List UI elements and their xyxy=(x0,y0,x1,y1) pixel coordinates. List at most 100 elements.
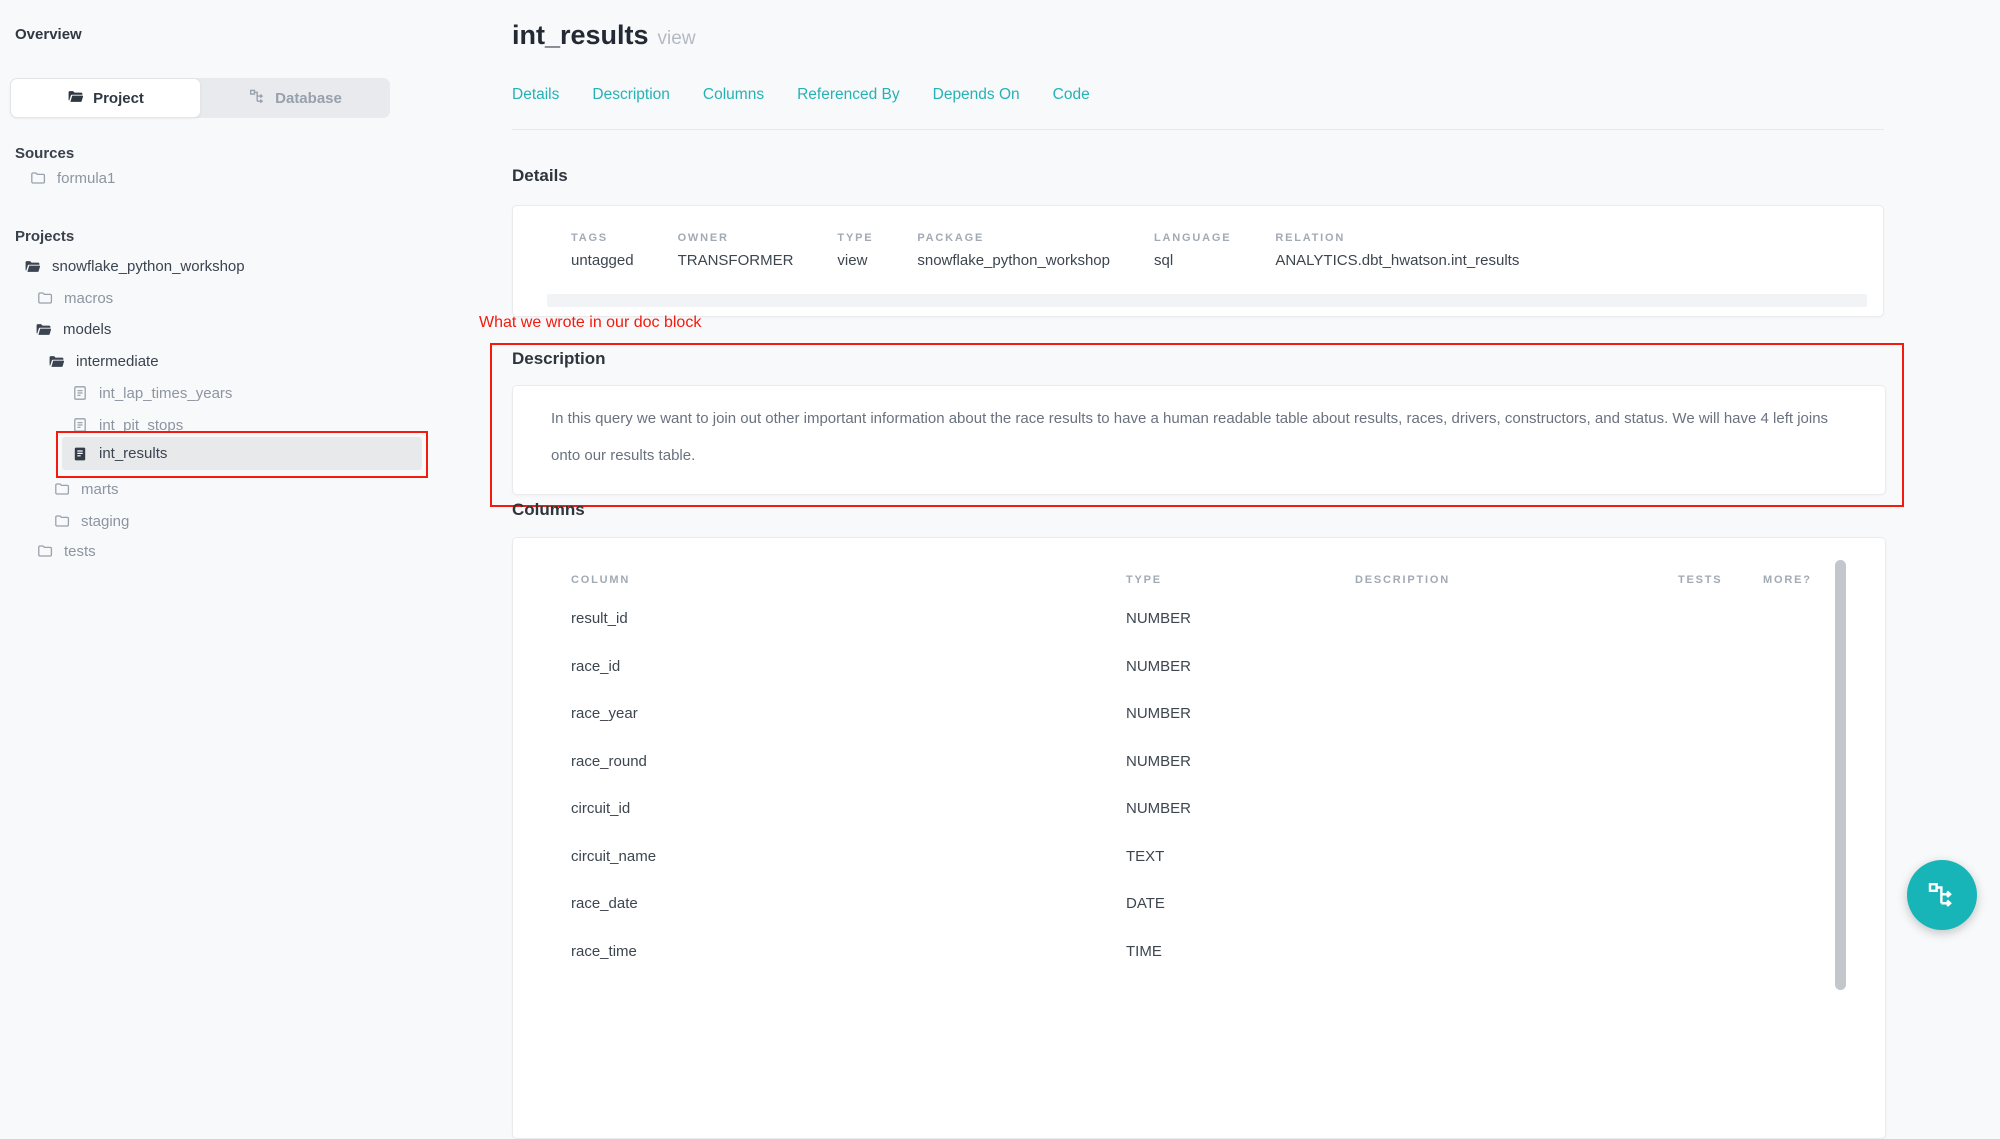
sidebar-item-marts[interactable]: marts xyxy=(54,478,119,500)
columns-table-scrollbar[interactable] xyxy=(1835,560,1846,990)
sidebar: Overview Project Database Sources formul… xyxy=(0,0,440,959)
toggle-database-label: Database xyxy=(275,90,342,107)
tab-referenced-by[interactable]: Referenced By xyxy=(797,86,900,104)
sidebar-item-label: int_pit_stops xyxy=(99,417,183,434)
column-type-cell: NUMBER xyxy=(1126,658,1355,675)
column-type-cell: NUMBER xyxy=(1126,705,1355,722)
tab-columns[interactable]: Columns xyxy=(703,86,764,104)
table-row-race-year[interactable]: race_year NUMBER xyxy=(513,690,1885,738)
sidebar-item-int-lap-times-years[interactable]: int_lap_times_years xyxy=(72,382,232,404)
sidebar-item-label: tests xyxy=(64,543,96,560)
document-filled-icon xyxy=(72,446,88,462)
details-card: TAGS untagged OWNER TRANSFORMER TYPE vie… xyxy=(512,205,1884,317)
sidebar-item-label: macros xyxy=(64,290,113,307)
column-header-column: COLUMN xyxy=(571,574,1126,586)
toggle-database-button[interactable]: Database xyxy=(201,78,390,118)
toggle-project-label: Project xyxy=(93,90,144,107)
sidebar-item-label: formula1 xyxy=(57,170,115,187)
sidebar-item-int-pit-stops[interactable]: int_pit_stops xyxy=(72,414,183,436)
detail-field-language: LANGUAGE sql xyxy=(1154,232,1231,269)
tab-details[interactable]: Details xyxy=(512,86,559,104)
columns-table-header: COLUMN TYPE DESCRIPTION TESTS MORE? xyxy=(513,538,1885,586)
columns-card: COLUMN TYPE DESCRIPTION TESTS MORE? resu… xyxy=(512,537,1886,1139)
column-name-cell: circuit_name xyxy=(571,848,1126,865)
tab-depends-on[interactable]: Depends On xyxy=(933,86,1020,104)
detail-field-owner: OWNER TRANSFORMER xyxy=(678,232,794,269)
table-row-result-id[interactable]: result_id NUMBER xyxy=(513,595,1885,643)
column-type-cell: NUMBER xyxy=(1126,610,1355,627)
column-name-cell: result_id xyxy=(571,610,1126,627)
folder-open-icon xyxy=(24,258,41,275)
detail-field-label: OWNER xyxy=(678,232,794,244)
folder-icon xyxy=(37,543,53,559)
sidebar-item-macros[interactable]: macros xyxy=(37,287,113,309)
sidebar-item-intermediate[interactable]: intermediate xyxy=(48,350,159,372)
sources-section-label: Sources xyxy=(15,145,74,162)
toggle-project-button[interactable]: Project xyxy=(10,78,201,118)
table-row-race-time[interactable]: race_time TIME xyxy=(513,928,1885,976)
folder-icon xyxy=(30,170,46,186)
table-row-race-id[interactable]: race_id NUMBER xyxy=(513,643,1885,691)
column-type-cell: TIME xyxy=(1126,943,1355,960)
sidebar-item-label: snowflake_python_workshop xyxy=(52,258,245,275)
description-text: In this query we want to join out other … xyxy=(513,386,1885,488)
column-name-cell: race_date xyxy=(571,895,1126,912)
detail-field-value: ANALYTICS.dbt_hwatson.int_results xyxy=(1275,252,1519,269)
document-icon xyxy=(72,385,88,401)
column-header-more: MORE? xyxy=(1763,574,1845,586)
detail-field-value: view xyxy=(837,252,873,269)
table-row-circuit-id[interactable]: circuit_id NUMBER xyxy=(513,785,1885,833)
detail-field-label: TAGS xyxy=(571,232,634,244)
column-name-cell: race_round xyxy=(571,753,1126,770)
table-row-race-date[interactable]: race_date DATE xyxy=(513,880,1885,928)
sidebar-item-snowflake-python-workshop[interactable]: snowflake_python_workshop xyxy=(24,255,245,277)
column-name-cell: race_year xyxy=(571,705,1126,722)
folder-open-icon xyxy=(35,321,52,338)
sidebar-item-formula1[interactable]: formula1 xyxy=(30,167,115,189)
sidebar-item-tests[interactable]: tests xyxy=(37,540,96,562)
lineage-graph-button[interactable] xyxy=(1907,860,1977,930)
collapsed-row-strip xyxy=(547,294,1867,307)
sidebar-item-int-results[interactable]: int_results xyxy=(62,437,422,470)
columns-table-body: result_id NUMBER race_id NUMBER race_yea… xyxy=(513,595,1885,975)
folder-open-icon xyxy=(67,88,84,109)
column-header-description: DESCRIPTION xyxy=(1355,574,1678,586)
detail-field-value: TRANSFORMER xyxy=(678,252,794,269)
details-fields: TAGS untagged OWNER TRANSFORMER TYPE vie… xyxy=(513,206,1883,269)
folder-open-icon xyxy=(48,353,65,370)
details-section-heading: Details xyxy=(512,166,568,186)
database-tree-icon xyxy=(249,88,266,109)
sidebar-item-models[interactable]: models xyxy=(35,318,111,340)
column-name-cell: race_id xyxy=(571,658,1126,675)
overview-label: Overview xyxy=(15,26,82,43)
model-type-subtitle: view xyxy=(658,28,696,49)
sidebar-item-label: int_lap_times_years xyxy=(99,385,232,402)
column-type-cell: DATE xyxy=(1126,895,1355,912)
folder-icon xyxy=(54,481,70,497)
table-row-race-round[interactable]: race_round NUMBER xyxy=(513,738,1885,786)
sidebar-item-staging[interactable]: staging xyxy=(54,510,129,532)
description-card: In this query we want to join out other … xyxy=(512,385,1886,495)
page-title: int_resultsview xyxy=(512,20,696,51)
annotation-doc-block-note: What we wrote in our doc block xyxy=(479,314,701,332)
detail-field-value: untagged xyxy=(571,252,634,269)
folder-icon xyxy=(54,513,70,529)
document-icon xyxy=(72,417,88,433)
column-name-cell: circuit_id xyxy=(571,800,1126,817)
detail-field-type: TYPE view xyxy=(837,232,873,269)
detail-field-label: LANGUAGE xyxy=(1154,232,1231,244)
column-type-cell: NUMBER xyxy=(1126,800,1355,817)
columns-section-heading: Columns xyxy=(512,500,585,520)
detail-field-label: RELATION xyxy=(1275,232,1519,244)
folder-icon xyxy=(37,290,53,306)
view-toggle: Project Database xyxy=(10,78,390,118)
sidebar-item-label: intermediate xyxy=(76,353,159,370)
description-section-heading: Description xyxy=(512,349,606,369)
column-type-cell: NUMBER xyxy=(1126,753,1355,770)
table-row-circuit-name[interactable]: circuit_name TEXT xyxy=(513,833,1885,881)
column-header-type: TYPE xyxy=(1126,574,1355,586)
column-type-cell: TEXT xyxy=(1126,848,1355,865)
lineage-graph-icon xyxy=(1927,880,1957,910)
tab-description[interactable]: Description xyxy=(592,86,670,104)
tab-code[interactable]: Code xyxy=(1053,86,1090,104)
